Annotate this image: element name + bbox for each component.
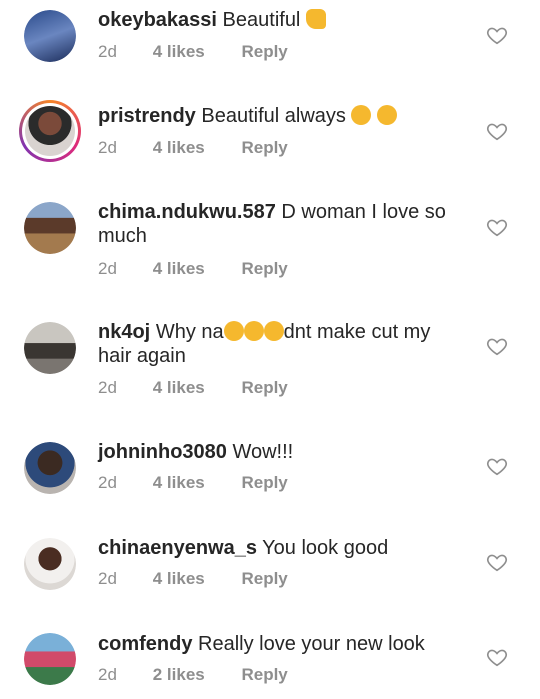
- comment-text: Wow!!!: [232, 441, 294, 463]
- likes-count[interactable]: 2 likes: [153, 665, 237, 685]
- comment-username[interactable]: nk4oj: [98, 321, 150, 343]
- reply-button[interactable]: Reply: [241, 473, 287, 493]
- likes-count[interactable]: 4 likes: [153, 569, 237, 589]
- avatar[interactable]: [24, 322, 76, 374]
- like-heart-icon[interactable]: [486, 24, 508, 46]
- comment-time: 2d: [98, 138, 117, 157]
- comment-text: Why na: [155, 321, 224, 343]
- ok-hand-icon: [351, 105, 372, 125]
- likes-count[interactable]: 4 likes: [153, 138, 237, 158]
- like-heart-icon[interactable]: [486, 551, 508, 573]
- avatar[interactable]: [24, 202, 76, 254]
- comment-text: Beautiful: [222, 9, 301, 31]
- reply-button[interactable]: Reply: [241, 42, 287, 62]
- comment-time: 2d: [98, 569, 117, 588]
- comment-time: 2d: [98, 259, 117, 278]
- comment-username[interactable]: chinaenyenwa_s: [98, 537, 257, 559]
- likes-count[interactable]: 4 likes: [153, 473, 237, 493]
- avatar[interactable]: [24, 10, 76, 62]
- crying-face-icon: [263, 321, 284, 341]
- reply-button[interactable]: Reply: [241, 378, 287, 398]
- comment-time: 2d: [98, 665, 117, 684]
- crying-face-icon: [223, 321, 244, 341]
- avatar[interactable]: [24, 633, 76, 685]
- reply-button[interactable]: Reply: [241, 665, 287, 685]
- ok-hand-icon: [377, 105, 398, 125]
- comment-text: You look good: [262, 537, 389, 559]
- reply-button[interactable]: Reply: [241, 259, 287, 279]
- reply-button[interactable]: Reply: [241, 138, 287, 158]
- comment-text-continued: hair again: [98, 345, 186, 367]
- avatar[interactable]: [24, 442, 76, 494]
- comment-username[interactable]: johninho3080: [98, 441, 227, 463]
- comment-text: D woman I love so: [281, 201, 446, 223]
- likes-count[interactable]: 4 likes: [153, 259, 237, 279]
- like-heart-icon[interactable]: [486, 335, 508, 357]
- avatar[interactable]: [24, 538, 76, 590]
- like-heart-icon[interactable]: [486, 455, 508, 477]
- like-heart-icon[interactable]: [486, 120, 508, 142]
- comment-username[interactable]: comfendy: [98, 633, 192, 655]
- comment-username[interactable]: chima.ndukwu.587: [98, 201, 276, 223]
- comment-time: 2d: [98, 378, 117, 397]
- comment-username[interactable]: okeybakassi: [98, 9, 217, 31]
- comment-text: Really love your new look: [198, 633, 425, 655]
- thumbs-up-icon: [305, 9, 326, 29]
- crying-face-icon: [243, 321, 264, 341]
- avatar[interactable]: [19, 100, 81, 162]
- comment-text-continued: much: [98, 225, 147, 247]
- likes-count[interactable]: 4 likes: [153, 378, 237, 398]
- comment-time: 2d: [98, 42, 117, 61]
- likes-count[interactable]: 4 likes: [153, 42, 237, 62]
- reply-button[interactable]: Reply: [241, 569, 287, 589]
- comment-username[interactable]: pristrendy: [98, 105, 196, 127]
- comment-text-after: dnt make cut my: [283, 321, 431, 343]
- comment-time: 2d: [98, 473, 117, 492]
- like-heart-icon[interactable]: [486, 216, 508, 238]
- comment-text: Beautiful always: [201, 105, 346, 127]
- like-heart-icon[interactable]: [486, 646, 508, 668]
